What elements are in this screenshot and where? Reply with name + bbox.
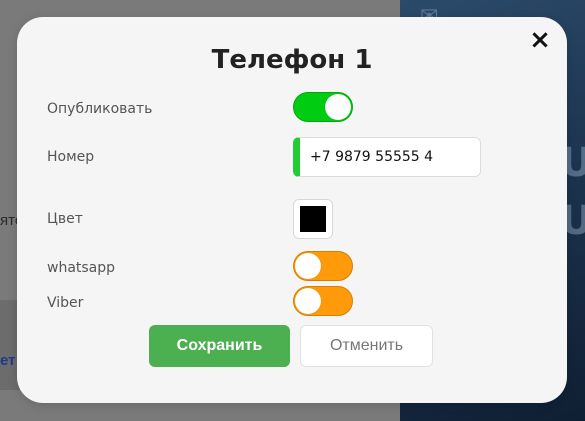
cancel-button[interactable]: Отменить xyxy=(300,325,433,367)
save-button[interactable]: Сохранить xyxy=(149,325,290,367)
color-swatch-fill xyxy=(300,206,326,232)
phone-label: Номер xyxy=(47,149,95,165)
whatsapp-toggle[interactable] xyxy=(293,251,353,281)
toggle-knob xyxy=(295,288,321,314)
phone-settings-dialog: × Телефон 1 Опубликовать Номер Цвет what… xyxy=(17,17,567,403)
toggle-knob xyxy=(295,253,321,279)
viber-toggle[interactable] xyxy=(293,286,353,316)
phone-input[interactable] xyxy=(293,137,481,177)
dialog-title: Телефон 1 xyxy=(211,45,373,75)
publish-label: Опубликовать xyxy=(47,101,153,117)
color-picker[interactable] xyxy=(293,199,333,239)
whatsapp-label: whatsapp xyxy=(47,260,116,276)
toggle-knob xyxy=(325,94,351,120)
color-label: Цвет xyxy=(47,211,83,227)
background-link-fragment: ет xyxy=(0,352,16,369)
viber-label: Viber xyxy=(47,295,84,311)
publish-toggle[interactable] xyxy=(293,92,353,122)
